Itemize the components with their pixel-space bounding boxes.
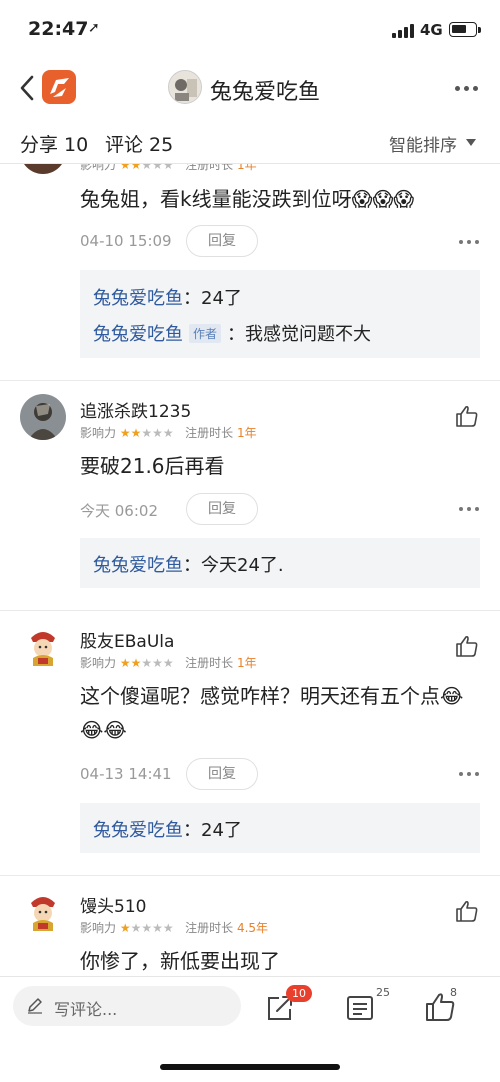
comments-count: 25 — [376, 986, 390, 999]
network-type: 4G — [420, 21, 443, 39]
share-count-badge: 10 — [286, 985, 312, 1002]
comment-meta: 影响力 ★★★★★ 注册时长 1年 — [80, 164, 257, 172]
caret-down-icon[interactable] — [466, 139, 476, 146]
nav-title: 兔兔爱吃鱼 — [210, 80, 321, 105]
like-icon[interactable] — [455, 405, 479, 427]
avatar[interactable] — [20, 624, 66, 670]
sort-dropdown[interactable]: 智能排序 — [389, 131, 457, 156]
comment-item: 馒头510 影响力 ★★★★★ 注册时长 4.5年 你惨了，新低要出现了 — [0, 876, 500, 976]
comment-content: 这个傻逼呢？感觉咋样？明天还有五个点😂😂😂 — [80, 684, 464, 742]
username[interactable]: 追涨杀跌1235 — [80, 397, 191, 422]
comment-content: 兔兔姐，看k线量能没跌到位呀😱😱😱 — [80, 187, 415, 211]
username[interactable]: 股友EBaUla — [80, 627, 174, 652]
tab-comment[interactable]: 评论 25 — [105, 130, 173, 157]
comment-time: 04-13 14:41 — [80, 765, 172, 783]
comment-item: 影响力 ★★★★★ 注册时长 1年 兔兔姐，看k线量能没跌到位呀😱😱😱 04-1… — [0, 164, 500, 380]
avatar[interactable] — [20, 889, 66, 935]
avatar[interactable] — [20, 394, 66, 440]
comment-item: 股友EBaUla 影响力 ★★★★★ 注册时长 1年 这个傻逼呢？感觉咋样？明天… — [0, 611, 500, 875]
comment-meta: 影响力 ★★★★★ 注册时长 1年 — [80, 426, 257, 440]
author-avatar[interactable] — [168, 70, 202, 104]
reply-button[interactable]: 回复 — [186, 225, 258, 257]
comment-more-icon[interactable] — [459, 240, 481, 245]
reply-item[interactable]: 兔兔爱吃鱼：今天24了. — [93, 551, 284, 577]
emoji: 😱😱😱 — [351, 187, 415, 211]
back-icon[interactable] — [18, 74, 36, 102]
comment-time: 04-10 15:09 — [80, 232, 172, 250]
reply-list: 兔兔爱吃鱼：今天24了. — [80, 538, 480, 588]
reply-button[interactable]: 回复 — [186, 493, 258, 525]
like-icon[interactable] — [455, 635, 479, 657]
reply-item[interactable]: 兔兔爱吃鱼：24了 — [93, 284, 242, 310]
comment-time: 今天 06:02 — [80, 502, 158, 520]
more-icon[interactable] — [450, 86, 484, 92]
home-indicator — [160, 1064, 340, 1070]
comment-more-icon[interactable] — [459, 507, 481, 512]
app-logo[interactable] — [42, 70, 76, 104]
like-icon[interactable] — [455, 900, 479, 922]
reply-item[interactable]: 兔兔爱吃鱼：24了 — [93, 816, 242, 842]
reply-button[interactable]: 回复 — [186, 758, 258, 790]
comment-meta: 影响力 ★★★★★ 注册时长 4.5年 — [80, 921, 269, 935]
comment-input[interactable] — [13, 986, 241, 1026]
battery-icon — [449, 22, 477, 37]
comments-icon[interactable] — [346, 994, 374, 1022]
comment-content: 要破21.6后再看 — [80, 454, 225, 478]
comment-content: 你惨了，新低要出现了 — [80, 949, 280, 973]
avatar[interactable] — [20, 164, 66, 174]
tab-share[interactable]: 分享 10 — [20, 130, 88, 157]
reply-item[interactable]: 兔兔爱吃鱼 作者 ：我感觉问题不大 — [93, 320, 371, 346]
likes-count: 8 — [450, 986, 457, 999]
comment-item: 追涨杀跌1235 影响力 ★★★★★ 注册时长 1年 要破21.6后再看 今天 … — [0, 381, 500, 610]
username[interactable]: 馒头510 — [80, 892, 146, 917]
reply-list: 兔兔爱吃鱼：24了 — [80, 803, 480, 853]
reply-list: 兔兔爱吃鱼：24了 兔兔爱吃鱼 作者 ：我感觉问题不大 — [80, 270, 480, 358]
comment-more-icon[interactable] — [459, 772, 481, 777]
status-bar: 22:47 ➚ 4G — [0, 0, 500, 60]
location-arrow-icon: ➚ — [88, 20, 100, 36]
comment-placeholder[interactable]: 写评论... — [54, 996, 117, 1020]
status-time: 22:47 — [28, 18, 89, 40]
author-tag: 作者 — [189, 324, 222, 343]
comment-meta: 影响力 ★★★★★ 注册时长 1年 — [80, 656, 257, 670]
pen-icon — [28, 998, 42, 1014]
signal-icon — [392, 23, 414, 38]
